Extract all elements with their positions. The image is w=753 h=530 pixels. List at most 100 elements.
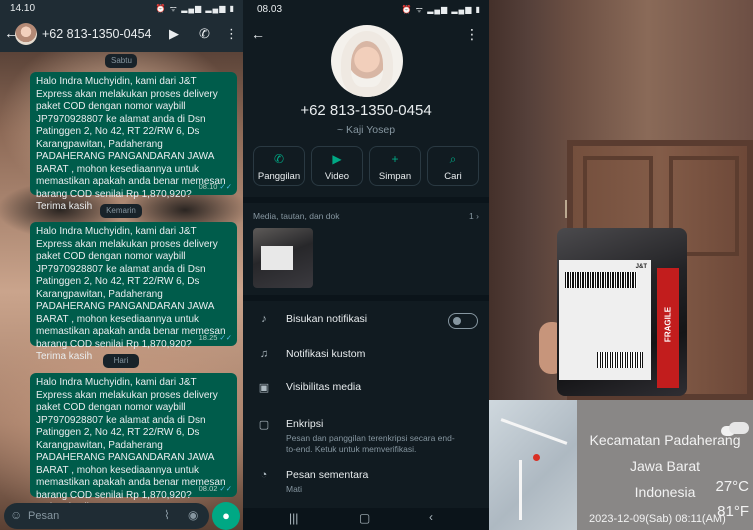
date-chip: Kemarin bbox=[100, 204, 142, 218]
read-ticks-icon: ✓✓ bbox=[219, 483, 232, 493]
map-road bbox=[500, 418, 568, 445]
profile-photo[interactable] bbox=[331, 25, 403, 97]
profile-photo-detail bbox=[341, 31, 393, 97]
custom-notifications-row[interactable]: ♫ Notifikasi kustom bbox=[243, 339, 489, 369]
search-icon: ⌕ bbox=[449, 152, 457, 166]
chat-screen: 14.10 ⏰ ᯤ ▂▄▆ ▂▄▆ ▮ ← +62 813-1350-0454 … bbox=[0, 0, 243, 530]
android-nav-bar: ||| ▢ ‹ bbox=[243, 508, 489, 530]
more-options-icon[interactable]: ⋮ bbox=[465, 26, 479, 43]
media-visibility-row[interactable]: ▣ Visibilitas media bbox=[243, 372, 489, 402]
date-chip: Sabtu bbox=[105, 54, 137, 68]
message-text: Halo Indra Muchyidin, kami dari J&T Expr… bbox=[36, 377, 226, 513]
message-meta: 08.10 ✓✓ bbox=[199, 181, 232, 194]
setting-label: Pesan sementara bbox=[286, 469, 369, 481]
message-time: 08.02 bbox=[198, 483, 218, 493]
photo-datetime: 2023-12-09(Sab) 08:11(AM) bbox=[589, 513, 726, 525]
thumbnail-label bbox=[261, 246, 293, 270]
video-button[interactable]: ▶ Video bbox=[311, 146, 363, 186]
read-ticks-icon: ✓✓ bbox=[219, 181, 232, 191]
save-contact-button[interactable]: + Simpan bbox=[369, 146, 421, 186]
message-bubble[interactable]: Halo Indra Muchyidin, kami dari J&T Expr… bbox=[30, 373, 237, 513]
map-road bbox=[519, 460, 522, 520]
message-bubble[interactable]: Halo Indra Muchyidin, kami dari J&T Expr… bbox=[30, 72, 237, 212]
barcode bbox=[565, 272, 637, 288]
contact-info-screen: 08.03 ⏰ ᯤ ▂▄▆ ▂▄▆ ▮ ← ⋮ +62 813-1350-045… bbox=[243, 0, 489, 530]
message-input[interactable]: ☺ Pesan ⌇ ◉ bbox=[4, 503, 209, 529]
profile-section: 08.03 ⏰ ᯤ ▂▄▆ ▂▄▆ ▮ ← ⋮ +62 813-1350-045… bbox=[243, 0, 489, 197]
date-chip: Hari ini bbox=[103, 354, 139, 379]
music-note-icon: ♫ bbox=[259, 348, 269, 360]
location-map bbox=[489, 400, 577, 530]
image-icon: ▣ bbox=[258, 382, 270, 394]
location-caption: Kecamatan Padaherang Jawa Barat Indonesi… bbox=[577, 400, 753, 530]
back-arrow-icon[interactable]: ← bbox=[251, 26, 265, 42]
message-text: Halo Indra Muchyidin, kami dari J&T Expr… bbox=[36, 226, 226, 362]
lock-icon: ▢ bbox=[258, 419, 270, 431]
media-count: 1 › bbox=[469, 211, 479, 221]
message-meta: 08.02 ✓✓ bbox=[199, 483, 232, 496]
bell-icon: ♪ bbox=[261, 313, 267, 325]
phone-icon: ✆ bbox=[273, 152, 285, 166]
encryption-row[interactable]: ▢ Enkripsi Pesan dan panggilan terenkrip… bbox=[243, 409, 489, 454]
message-placeholder: Pesan bbox=[28, 510, 60, 522]
status-icons: ⏰ ᯤ ▂▄▆ ▂▄▆ ▮ bbox=[155, 4, 235, 13]
toggle-knob bbox=[453, 317, 461, 325]
media-thumbnail[interactable] bbox=[253, 228, 313, 288]
status-bar: 08.03 ⏰ ᯤ ▂▄▆ ▂▄▆ ▮ bbox=[243, 0, 489, 18]
media-section[interactable]: Media, tautan, dan dok 1 › bbox=[243, 203, 489, 295]
timer-icon: ◔ bbox=[260, 469, 268, 481]
video-icon: ▶ bbox=[332, 152, 342, 166]
message-meta: 18.25 ✓✓ bbox=[199, 332, 232, 345]
settings-list: ♪ Bisukan notifikasi ♫ Notifikasi kustom… bbox=[243, 301, 489, 530]
parcel-package: J&T FRAGILE bbox=[557, 228, 687, 396]
phone-icon[interactable]: ✆ bbox=[199, 26, 210, 42]
status-time: 14.10 bbox=[10, 3, 36, 14]
mute-notifications-row[interactable]: ♪ Bisukan notifikasi bbox=[243, 304, 489, 334]
setting-sublabel: Mati bbox=[286, 484, 303, 494]
add-person-icon: + bbox=[391, 152, 399, 166]
camera-icon[interactable]: ◉ bbox=[188, 508, 198, 522]
setting-label: Bisukan notifikasi bbox=[286, 313, 368, 325]
temperature-celsius: 27°C bbox=[715, 478, 749, 495]
setting-label: Visibilitas media bbox=[286, 381, 362, 393]
media-title: Media, tautan, dan dok bbox=[253, 211, 340, 221]
setting-label: Enkripsi bbox=[286, 418, 324, 430]
status-bar: 14.10 ⏰ ᯤ ▂▄▆ ▂▄▆ ▮ bbox=[0, 0, 243, 18]
video-label: Video bbox=[324, 171, 350, 182]
setting-sublabel: Pesan dan panggilan terenkripsi secara e… bbox=[286, 433, 455, 454]
emoji-icon[interactable]: ☺ bbox=[10, 508, 22, 522]
search-button[interactable]: ⌕ Cari bbox=[427, 146, 479, 186]
home-icon[interactable]: ▢ bbox=[359, 511, 370, 525]
attach-icon[interactable]: ⌇ bbox=[164, 508, 170, 522]
cloud-icon-part bbox=[729, 422, 749, 434]
more-options-icon[interactable]: ⋮ bbox=[225, 26, 238, 42]
message-bubble[interactable]: Halo Indra Muchyidin, kami dari J&T Expr… bbox=[30, 222, 237, 362]
mute-toggle[interactable] bbox=[448, 313, 478, 329]
disappearing-messages-row[interactable]: ◔ Pesan sementara Mati bbox=[243, 460, 489, 500]
mic-button[interactable]: ● bbox=[212, 502, 240, 530]
location-line: Jawa Barat bbox=[629, 458, 701, 474]
call-button[interactable]: ✆ Panggilan bbox=[253, 146, 305, 186]
shipping-label: J&T bbox=[559, 260, 651, 380]
message-text: Halo Indra Muchyidin, kami dari J&T Expr… bbox=[36, 76, 226, 212]
contact-name: +62 813-1350-0454 bbox=[300, 102, 432, 119]
save-label: Simpan bbox=[378, 171, 412, 182]
setting-label: Notifikasi kustom bbox=[286, 348, 366, 360]
message-time: 08.10 bbox=[198, 181, 218, 191]
recent-apps-icon[interactable]: ||| bbox=[289, 511, 298, 525]
read-ticks-icon: ✓✓ bbox=[219, 332, 232, 342]
chevron-right-icon: › bbox=[476, 211, 479, 221]
contact-alias: ~ Kaji Yosep bbox=[336, 124, 396, 136]
microphone-icon: ● bbox=[222, 508, 230, 523]
fragile-text: FRAGILE bbox=[663, 306, 673, 343]
message-time: 18.25 bbox=[198, 332, 218, 342]
video-call-icon[interactable]: ▶ bbox=[169, 26, 179, 42]
nav-back-icon[interactable]: ‹ bbox=[429, 510, 433, 524]
contact-number[interactable]: +62 813-1350-0454 bbox=[42, 27, 151, 41]
status-icons: ⏰ ᯤ ▂▄▆ ▂▄▆ ▮ bbox=[401, 5, 481, 14]
avatar[interactable] bbox=[15, 23, 37, 45]
barcode bbox=[597, 352, 643, 368]
chat-header: ← +62 813-1350-0454 ▶ ✆ ⋮ bbox=[0, 18, 243, 52]
search-label: Cari bbox=[444, 171, 462, 182]
call-label: Panggilan bbox=[257, 171, 301, 182]
